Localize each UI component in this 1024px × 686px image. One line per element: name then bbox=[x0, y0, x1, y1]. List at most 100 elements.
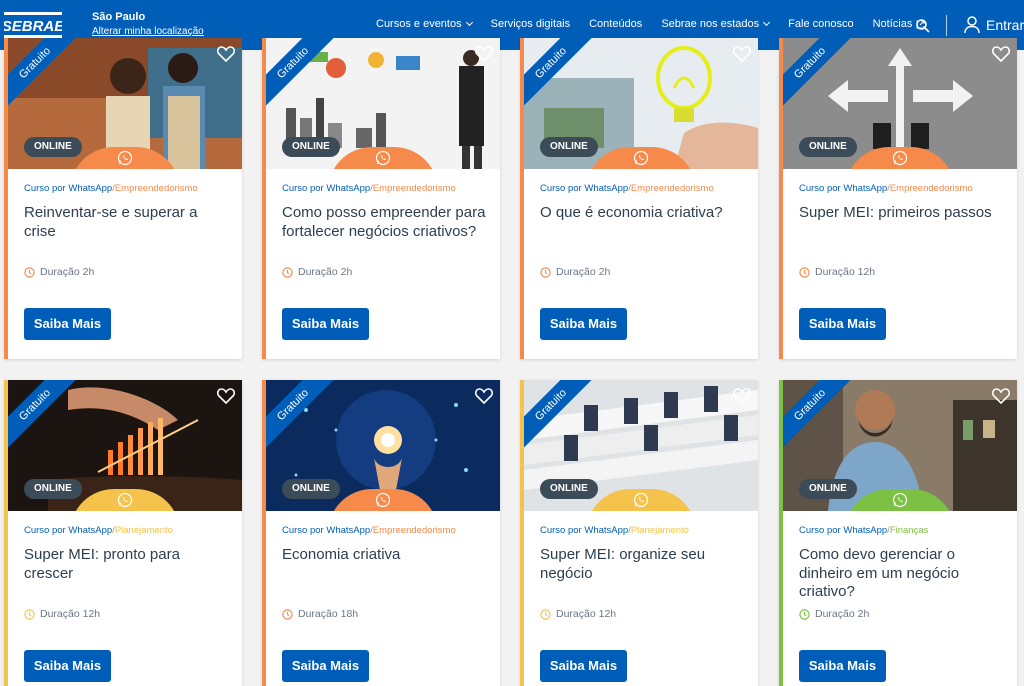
channel-label: Curso por WhatsApp bbox=[540, 183, 629, 194]
course-card[interactable]: Gratuito ONLINE Curso por WhatsApp/Empre… bbox=[262, 380, 500, 686]
course-duration: Duração 2h bbox=[24, 266, 94, 278]
clock-icon bbox=[540, 608, 551, 620]
heart-icon[interactable] bbox=[474, 386, 494, 406]
category-label: Empreendedorismo bbox=[114, 183, 198, 194]
nav-label: Fale conosco bbox=[788, 18, 854, 30]
nav-label: Notícias bbox=[872, 18, 913, 30]
saiba-mais-button[interactable]: Saiba Mais bbox=[799, 308, 886, 340]
course-title[interactable]: Economia criativa bbox=[282, 546, 487, 565]
course-image: Gratuito ONLINE bbox=[783, 38, 1017, 169]
clock-icon bbox=[24, 608, 35, 620]
course-title[interactable]: Super MEI: primeiros passos bbox=[799, 204, 1004, 223]
duration-label: Duração 12h bbox=[815, 266, 876, 278]
category-label: Planejamento bbox=[630, 525, 689, 536]
course-image: Gratuito ONLINE bbox=[8, 380, 242, 511]
course-duration: Duração 2h bbox=[799, 608, 869, 620]
online-badge: ONLINE bbox=[24, 137, 82, 157]
nav-label: Sebrae nos estados bbox=[661, 18, 760, 30]
whatsapp-icon bbox=[117, 492, 133, 508]
channel-label: Curso por WhatsApp bbox=[799, 525, 888, 536]
course-category: Curso por WhatsApp/Planejamento bbox=[24, 525, 173, 536]
online-badge: ONLINE bbox=[540, 479, 598, 499]
nav-conteudos[interactable]: Conteúdos bbox=[589, 18, 642, 30]
chevron-down-icon bbox=[465, 18, 473, 27]
nav-servicos-digitais[interactable]: Serviços digitais bbox=[491, 18, 570, 30]
course-card[interactable]: Gratuito ONLINE Curso por WhatsApp/Empre… bbox=[262, 38, 500, 359]
course-duration: Duração 2h bbox=[282, 266, 352, 278]
chevron-down-icon bbox=[763, 18, 771, 27]
clock-icon bbox=[282, 608, 293, 620]
whatsapp-icon bbox=[892, 492, 908, 508]
nav-label: Conteúdos bbox=[589, 18, 643, 30]
channel-label: Curso por WhatsApp bbox=[540, 525, 629, 536]
saiba-mais-button[interactable]: Saiba Mais bbox=[799, 650, 886, 682]
saiba-mais-button[interactable]: Saiba Mais bbox=[24, 650, 111, 682]
nav-label: Serviços digitais bbox=[490, 18, 571, 30]
login-button[interactable]: Entrar bbox=[964, 16, 1024, 34]
saiba-mais-button[interactable]: Saiba Mais bbox=[282, 308, 369, 340]
whatsapp-icon bbox=[375, 492, 391, 508]
duration-label: Duração 2h bbox=[40, 266, 95, 278]
course-card[interactable]: Gratuito ONLINE Curso por WhatsApp/Empre… bbox=[779, 38, 1017, 359]
course-image: Gratuito ONLINE bbox=[524, 38, 758, 169]
duration-label: Duração 2h bbox=[815, 608, 870, 620]
category-label: Finanças bbox=[889, 525, 929, 536]
course-title[interactable]: Como devo gerenciar o dinheiro em um neg… bbox=[799, 546, 1004, 602]
course-title[interactable]: O que é economia criativa? bbox=[540, 204, 745, 223]
heart-icon[interactable] bbox=[474, 44, 494, 64]
header-divider bbox=[946, 15, 947, 36]
heart-icon[interactable] bbox=[732, 386, 752, 406]
change-location-link[interactable]: Alterar minha localização bbox=[92, 26, 204, 37]
nav-cursos-eventos[interactable]: Cursos e eventos bbox=[376, 18, 473, 30]
course-card[interactable]: Gratuito ONLINE Curso por WhatsApp/Finan… bbox=[779, 380, 1017, 686]
course-card[interactable]: Gratuito ONLINE Curso por WhatsApp/Plane… bbox=[520, 380, 758, 686]
heart-icon[interactable] bbox=[991, 386, 1011, 406]
course-title[interactable]: Super MEI: pronto para crescer bbox=[24, 546, 229, 583]
saiba-mais-button[interactable]: Saiba Mais bbox=[540, 650, 627, 682]
category-label: Planejamento bbox=[114, 525, 173, 536]
saiba-mais-button[interactable]: Saiba Mais bbox=[282, 650, 369, 682]
nav-sebrae-estados[interactable]: Sebrae nos estados bbox=[661, 18, 771, 30]
whatsapp-icon bbox=[633, 492, 649, 508]
channel-label: Curso por WhatsApp bbox=[282, 525, 371, 536]
heart-icon[interactable] bbox=[991, 44, 1011, 64]
duration-label: Duração 12h bbox=[556, 608, 617, 620]
course-title[interactable]: Como posso empreender para fortalecer ne… bbox=[282, 204, 487, 241]
heart-icon[interactable] bbox=[216, 386, 236, 406]
duration-label: Duração 12h bbox=[40, 608, 101, 620]
course-card[interactable]: Gratuito ONLINE Curso por WhatsApp/Empre… bbox=[4, 38, 242, 359]
course-card[interactable]: Gratuito ONLINE Curso por WhatsApp/Empre… bbox=[520, 38, 758, 359]
nav-label: Cursos e eventos bbox=[376, 18, 462, 30]
login-label: Entrar bbox=[986, 17, 1024, 33]
course-image: Gratuito ONLINE bbox=[266, 38, 500, 169]
category-label: Empreendedorismo bbox=[372, 525, 456, 536]
heart-icon[interactable] bbox=[732, 44, 752, 64]
duration-label: Duração 2h bbox=[298, 266, 353, 278]
clock-icon bbox=[799, 266, 810, 278]
course-title[interactable]: Reinventar-se e superar a crise bbox=[24, 204, 229, 241]
course-category: Curso por WhatsApp/Empreendedorismo bbox=[540, 183, 714, 194]
duration-label: Duração 18h bbox=[298, 608, 359, 620]
sebrae-logo[interactable]: SEBRAE bbox=[4, 9, 62, 41]
saiba-mais-button[interactable]: Saiba Mais bbox=[540, 308, 627, 340]
duration-label: Duração 2h bbox=[556, 266, 611, 278]
course-card[interactable]: Gratuito ONLINE Curso por WhatsApp/Plane… bbox=[4, 380, 242, 686]
search-icon[interactable] bbox=[915, 18, 931, 34]
channel-label: Curso por WhatsApp bbox=[24, 183, 113, 194]
course-category: Curso por WhatsApp/Empreendedorismo bbox=[799, 183, 973, 194]
category-label: Empreendedorismo bbox=[630, 183, 714, 194]
online-badge: ONLINE bbox=[282, 479, 340, 499]
whatsapp-icon bbox=[633, 150, 649, 166]
clock-icon bbox=[799, 608, 810, 620]
channel-label: Curso por WhatsApp bbox=[24, 525, 113, 536]
online-badge: ONLINE bbox=[540, 137, 598, 157]
course-title[interactable]: Super MEI: organize seu negócio bbox=[540, 546, 745, 583]
nav-fale-conosco[interactable]: Fale conosco bbox=[788, 18, 853, 30]
saiba-mais-button[interactable]: Saiba Mais bbox=[24, 308, 111, 340]
course-image: Gratuito ONLINE bbox=[524, 380, 758, 511]
clock-icon bbox=[282, 266, 293, 278]
heart-icon[interactable] bbox=[216, 44, 236, 64]
clock-icon bbox=[540, 266, 551, 278]
channel-label: Curso por WhatsApp bbox=[282, 183, 371, 194]
category-label: Empreendedorismo bbox=[889, 183, 973, 194]
